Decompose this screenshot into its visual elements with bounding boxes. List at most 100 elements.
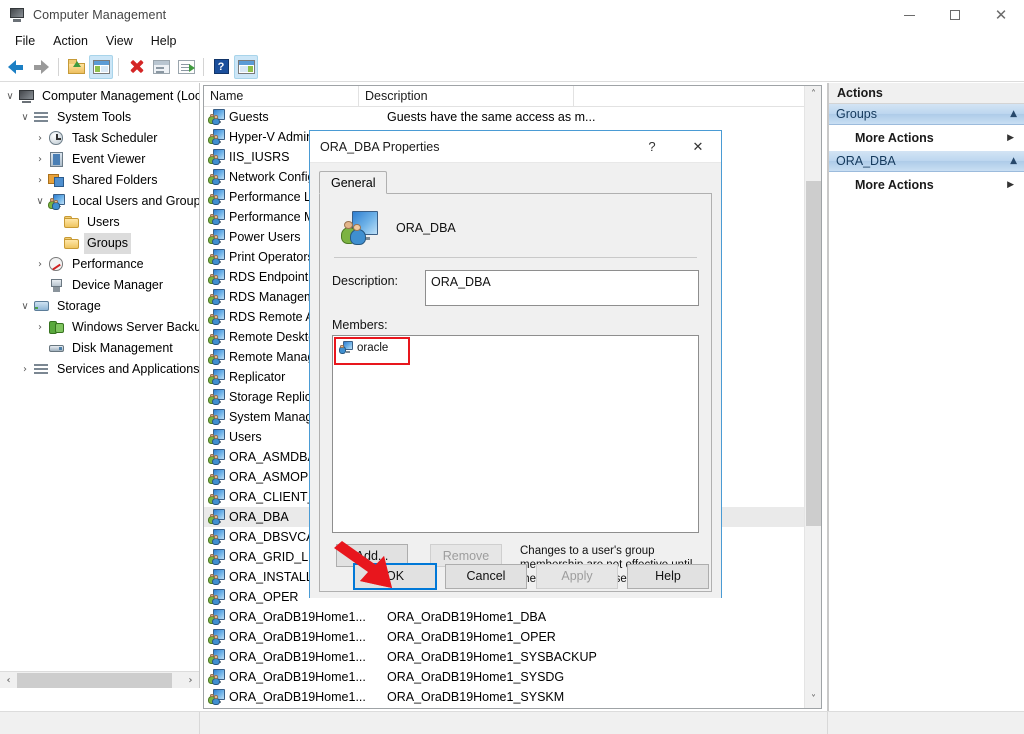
tree-node-label: System Tools	[57, 110, 132, 124]
chevron-right-icon[interactable]: ›	[32, 128, 48, 149]
action-item-more-actions[interactable]: More Actions ▶	[829, 172, 1024, 198]
group-icon	[340, 211, 378, 245]
scroll-left-icon[interactable]: ‹	[0, 672, 17, 689]
chevron-up-icon[interactable]: ▲	[1010, 109, 1017, 119]
tree-node-services-and-applications[interactable]: › Services and Applications	[0, 359, 199, 380]
export-list-button[interactable]	[174, 55, 198, 79]
minimize-button[interactable]	[886, 0, 932, 30]
properties-icon	[152, 59, 170, 74]
scroll-right-icon[interactable]: ›	[182, 672, 199, 689]
status-segment-middle	[200, 712, 828, 734]
group-icon	[208, 269, 225, 285]
table-row[interactable]: ORA_OraDB19Home1... ORA_OraDB19Home1_SYSD…	[204, 667, 821, 687]
tree-node-performance[interactable]: › Performance	[0, 254, 199, 275]
tab-general[interactable]: General	[319, 171, 388, 194]
menu-file[interactable]: File	[6, 31, 44, 51]
tree-node-shared-folders[interactable]: › Shared Folders	[0, 170, 199, 191]
dialog-title-bar: ORA_DBA Properties ? ✕	[310, 131, 721, 163]
cancel-button[interactable]: Cancel	[445, 563, 527, 589]
menu-view[interactable]: View	[97, 31, 142, 51]
close-button[interactable]: ✕	[978, 0, 1024, 30]
action-item-more-actions[interactable]: More Actions ▶	[829, 125, 1024, 151]
tree-node-windows-server-backup[interactable]: › Windows Server Backup	[0, 317, 199, 338]
tree-node-storage[interactable]: ∨ Storage	[0, 296, 199, 317]
tree-node-computer-management-local[interactable]: ∨ Computer Management (Local	[0, 86, 199, 107]
members-label: Members:	[332, 318, 388, 332]
column-header-description[interactable]: Description	[359, 86, 574, 106]
list-item[interactable]: oracle	[336, 339, 695, 356]
help-button[interactable]: ?	[209, 55, 233, 79]
tree-node-label: Performance	[72, 257, 144, 271]
actions-pane-title: Actions	[829, 83, 1024, 104]
table-row[interactable]: Guests Guests have the same access as m..…	[204, 107, 821, 127]
tree-node-device-manager[interactable]: Device Manager	[0, 275, 199, 296]
column-header-name[interactable]: Name	[204, 86, 359, 106]
up-one-level-button[interactable]	[64, 55, 88, 79]
actions-group-header-groups[interactable]: Groups ▲	[829, 104, 1024, 125]
window-title: Computer Management	[33, 8, 167, 22]
dialog-close-button[interactable]: ✕	[675, 131, 721, 162]
table-row[interactable]: ORA_OraDB19Home1... ORA_OraDB19Home1_SYSB…	[204, 647, 821, 667]
delete-button[interactable]	[124, 55, 148, 79]
chevron-down-icon[interactable]: ∨	[2, 86, 18, 107]
show-hide-action-pane-button[interactable]	[234, 54, 258, 79]
menu-help[interactable]: Help	[142, 31, 186, 51]
tree-node-label: Windows Server Backup	[72, 320, 200, 334]
table-row[interactable]: ORA_OraDB19Home1... ORA_OraDB19Home1_OPER	[204, 627, 821, 647]
dialog-help-button[interactable]: ?	[629, 131, 675, 162]
chevron-down-icon[interactable]: ∨	[32, 191, 48, 212]
back-button[interactable]	[4, 55, 28, 79]
chevron-down-icon[interactable]: ∨	[17, 296, 33, 317]
back-icon	[8, 60, 24, 74]
description-row: Description: ORA_DBA	[332, 270, 699, 306]
chevron-right-icon[interactable]: ›	[32, 254, 48, 275]
cell-description: ORA_OraDB19Home1_SYSBACKUP	[387, 650, 597, 664]
properties-button[interactable]	[149, 55, 173, 79]
chevron-right-icon[interactable]: ›	[32, 170, 48, 191]
chevron-right-icon[interactable]: ›	[32, 149, 48, 170]
listview-vertical-scrollbar[interactable]: ˄ ˅	[804, 86, 821, 708]
toolbar-separator	[203, 57, 204, 76]
table-row[interactable]: ORA_OraDB19Home1... ORA_OraDB19Home1_SYSK…	[204, 687, 821, 707]
chevron-right-icon: ▶	[1007, 180, 1014, 190]
tree-node-groups[interactable]: Groups	[0, 233, 199, 254]
chevron-down-icon[interactable]: ∨	[17, 107, 33, 128]
chevron-right-icon[interactable]: ›	[32, 317, 48, 338]
scroll-down-icon[interactable]: ˅	[805, 691, 821, 708]
member-name: oracle	[357, 341, 389, 354]
actions-group-header-ora-dba[interactable]: ORA_DBA ▲	[829, 151, 1024, 172]
ok-button[interactable]: OK	[353, 562, 437, 590]
event-viewer-icon	[48, 152, 65, 168]
tree-node-label: Local Users and Groups	[72, 194, 200, 208]
tree-node-users[interactable]: Users	[0, 212, 199, 233]
dialog-title: ORA_DBA Properties	[320, 139, 440, 154]
show-hide-console-tree-button[interactable]	[89, 54, 113, 79]
group-icon	[208, 289, 225, 305]
tree-hscroll-track[interactable]	[17, 671, 182, 688]
listview-vscroll-thumb[interactable]	[806, 181, 821, 526]
tree-node-task-scheduler[interactable]: › Task Scheduler	[0, 128, 199, 149]
tree-node-disk-management[interactable]: Disk Management	[0, 338, 199, 359]
cell-name: ORA_OraDB19Home1...	[229, 670, 366, 684]
menu-action[interactable]: Action	[44, 31, 97, 51]
tree-node-event-viewer[interactable]: › Event Viewer	[0, 149, 199, 170]
chevron-right-icon[interactable]: ›	[17, 359, 33, 380]
forward-button[interactable]	[29, 55, 53, 79]
tree-hscroll-thumb[interactable]	[17, 672, 172, 688]
scroll-up-icon[interactable]: ˄	[805, 86, 821, 103]
help-dialog-button[interactable]: Help	[627, 563, 709, 589]
maximize-button[interactable]	[932, 0, 978, 30]
column-header-blank[interactable]	[574, 86, 821, 106]
chevron-up-icon[interactable]: ▲	[1010, 156, 1017, 166]
group-header: ORA_DBA	[332, 206, 699, 250]
description-input[interactable]: ORA_DBA	[425, 270, 699, 306]
tree-node-label: Task Scheduler	[72, 131, 158, 145]
members-listbox[interactable]: oracle	[332, 335, 699, 533]
table-row[interactable]: ORA_OraDB19Home1... ORA_OraDB19Home1_DBA	[204, 607, 821, 627]
tree-node-system-tools[interactable]: ∨ System Tools	[0, 107, 199, 128]
group-icon	[208, 429, 225, 445]
tree-node-local-users-and-groups[interactable]: ∨ Local Users and Groups	[0, 191, 199, 212]
cell-name: ORA_OraDB19Home1...	[229, 630, 366, 644]
tree-horizontal-scrollbar[interactable]: ‹ ›	[0, 671, 199, 688]
group-icon	[208, 109, 225, 125]
